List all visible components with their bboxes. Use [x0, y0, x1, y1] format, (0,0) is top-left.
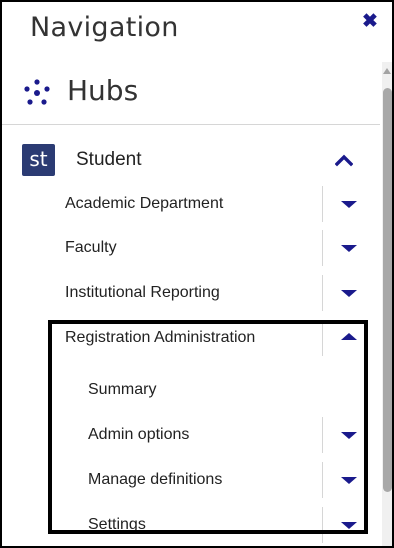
menu-item-label: Institutional Reporting	[65, 284, 220, 301]
menu-item-label: Faculty	[65, 239, 117, 256]
chevron-down-icon[interactable]	[341, 522, 357, 529]
chevron-down-icon[interactable]	[341, 245, 357, 252]
chevron-up-icon[interactable]	[341, 333, 357, 340]
menu-item-registration-administration[interactable]: Registration Administration	[2, 320, 357, 356]
item-separator	[322, 417, 323, 453]
submenu-item-summary[interactable]: Summary	[2, 372, 312, 408]
menu-item-label: Academic Department	[65, 195, 224, 212]
submenu-item-admin-options[interactable]: Admin options	[2, 417, 357, 453]
item-separator	[322, 507, 323, 543]
menu-item-institutional-reporting[interactable]: Institutional Reporting	[2, 275, 357, 311]
chevron-down-icon[interactable]	[341, 477, 357, 484]
chevron-down-icon[interactable]	[341, 432, 357, 439]
menu-item-academic-department[interactable]: Academic Department	[2, 186, 357, 222]
item-separator	[322, 275, 323, 311]
student-section-header[interactable]: st Student	[22, 144, 362, 178]
item-separator	[322, 230, 323, 266]
submenu-item-settings[interactable]: Settings	[2, 507, 357, 543]
student-badge-icon: st	[22, 144, 55, 176]
submenu-item-label: Settings	[88, 516, 146, 533]
chevron-down-icon[interactable]	[341, 290, 357, 297]
student-label: Student	[76, 149, 142, 170]
menu-item-faculty[interactable]: Faculty	[2, 230, 357, 266]
submenu-item-label: Admin options	[88, 426, 190, 443]
submenu-item-label: Manage definitions	[88, 471, 223, 488]
close-icon[interactable]: ✖	[362, 10, 378, 33]
submenu-item-label: Summary	[88, 381, 157, 398]
navigation-panel: Navigation ✖ Hubs st Student Academic De…	[0, 0, 394, 548]
chevron-up-icon[interactable]	[335, 151, 353, 169]
menu-item-label: Registration Administration	[65, 329, 256, 346]
item-separator	[322, 186, 323, 222]
hubs-network-icon	[24, 79, 50, 105]
hubs-link[interactable]: Hubs	[20, 74, 360, 110]
panel-title: Navigation	[30, 12, 179, 43]
scroll-up-arrow-icon[interactable]	[383, 68, 391, 74]
hubs-label: Hubs	[67, 74, 139, 107]
submenu-item-manage-definitions[interactable]: Manage definitions	[2, 462, 357, 498]
scrollbar-thumb[interactable]	[383, 88, 392, 492]
section-divider	[2, 124, 380, 125]
item-separator	[322, 320, 323, 356]
chevron-down-icon[interactable]	[341, 201, 357, 208]
item-separator	[322, 462, 323, 498]
